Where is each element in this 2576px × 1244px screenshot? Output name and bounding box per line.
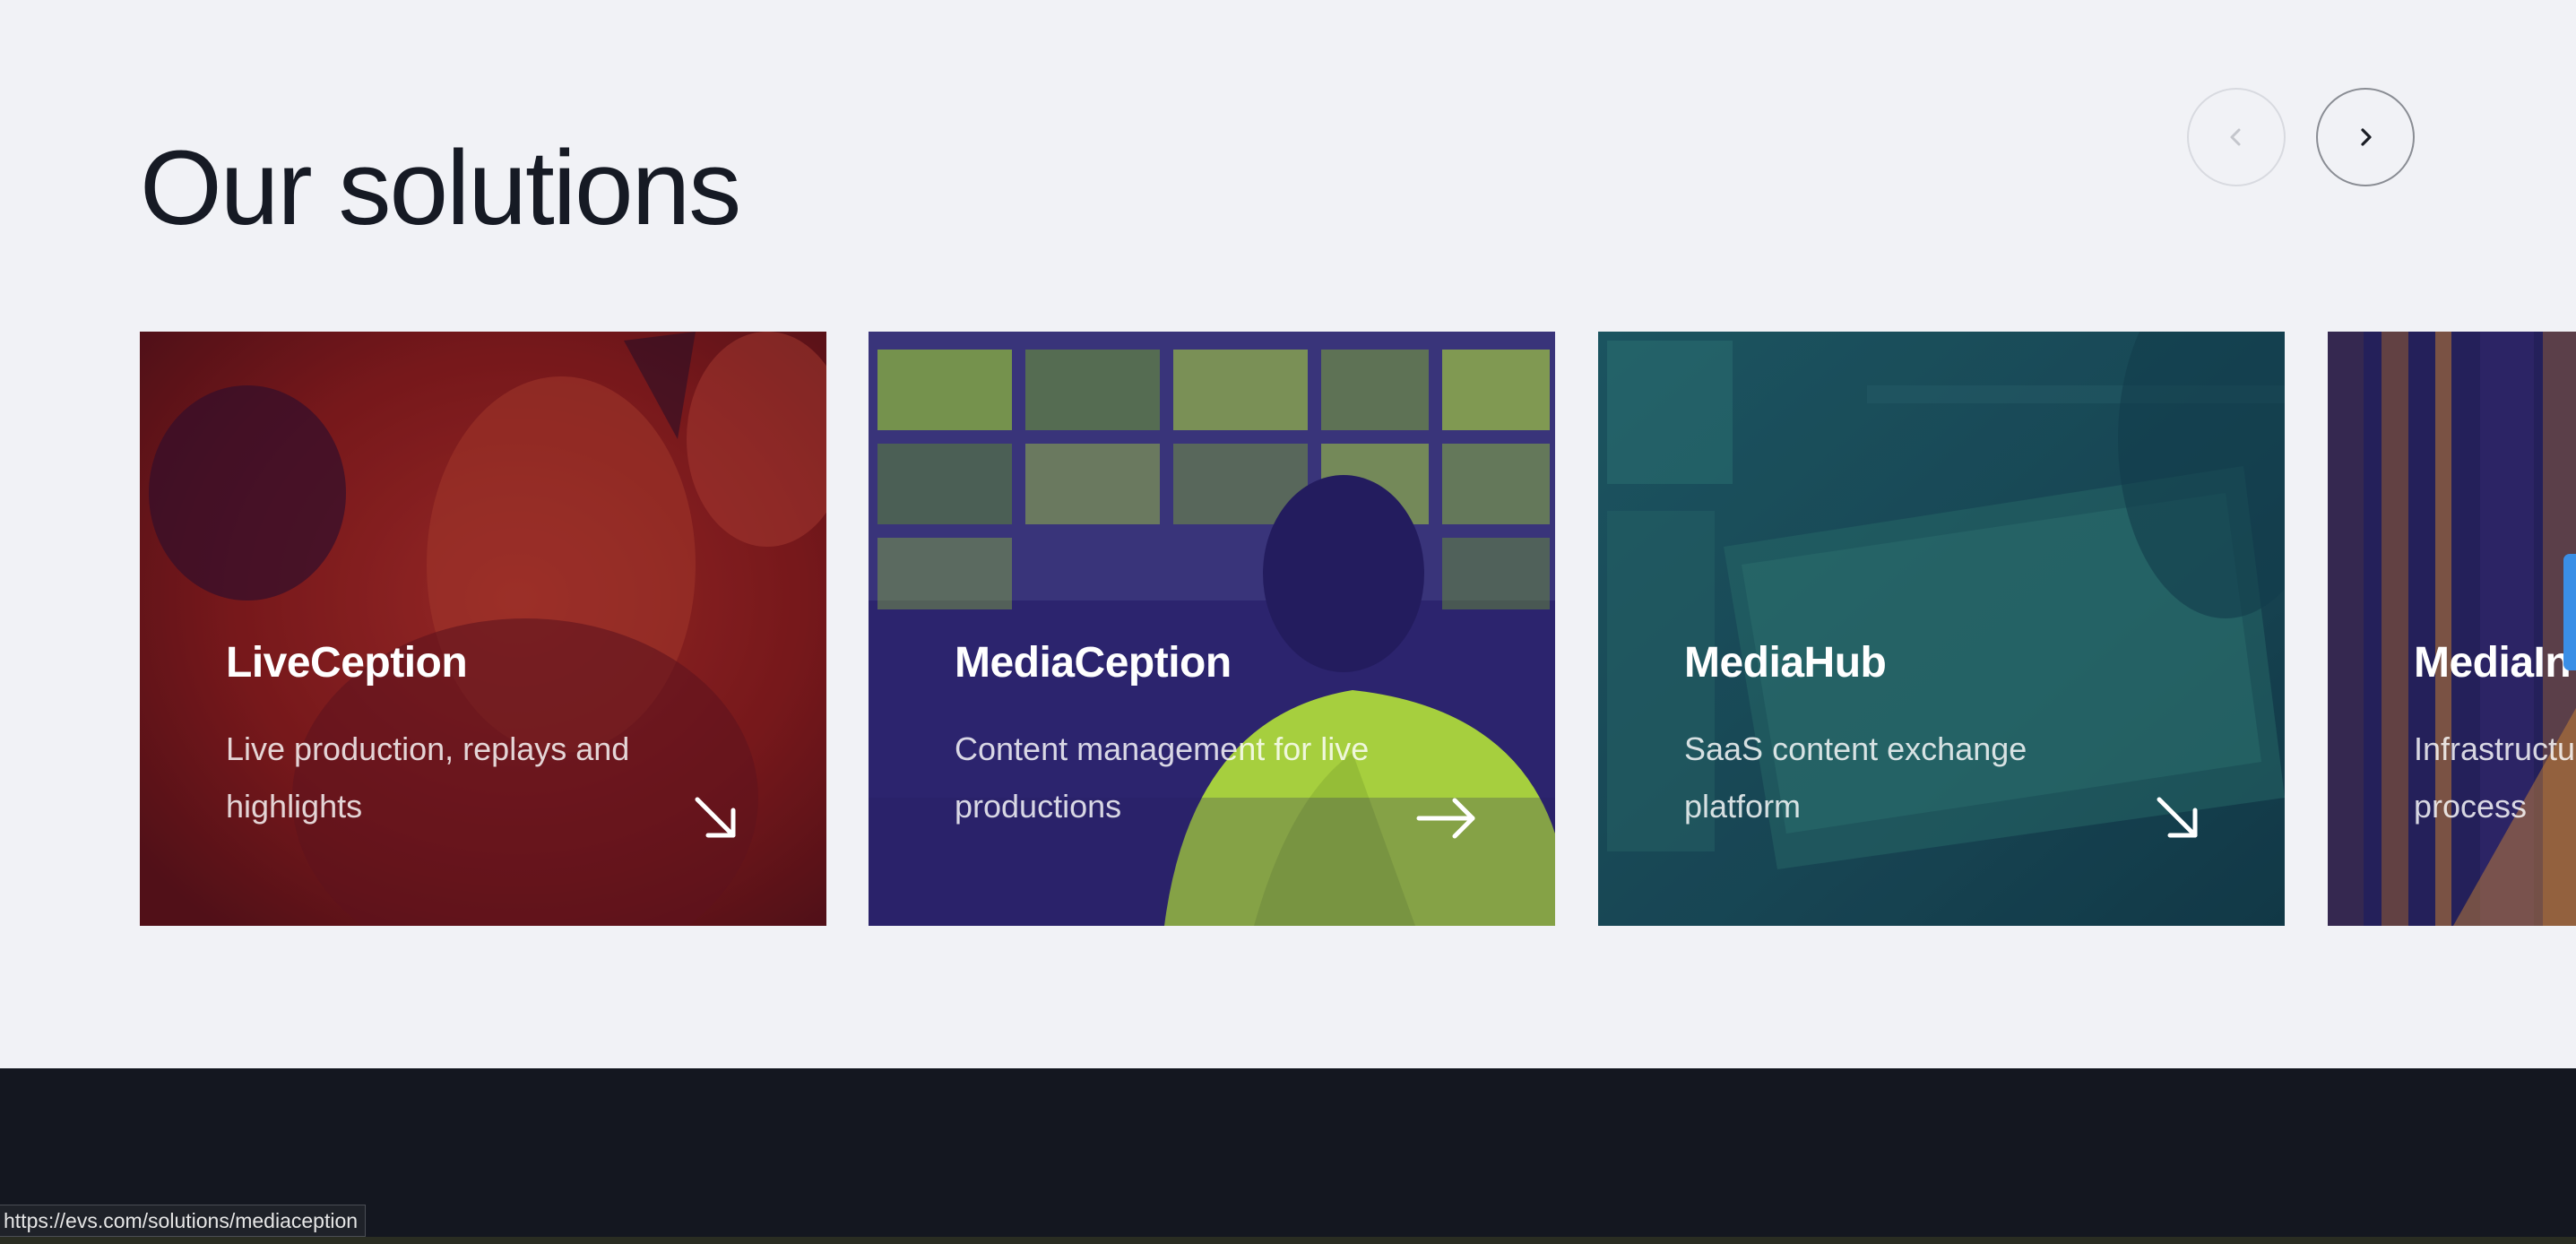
bottom-edge xyxy=(0,1237,2576,1244)
arrow-down-right-icon xyxy=(695,797,736,838)
card-description: Infrastructu and process xyxy=(2414,730,2576,825)
card-description: Live production, replays and highlights xyxy=(226,730,630,825)
card-title: LiveCeption xyxy=(226,639,468,687)
card-title: MediaHub xyxy=(1684,639,1887,687)
status-bar-url: https://evs.com/solutions/mediaception xyxy=(0,1205,367,1237)
card-title: MediaIn xyxy=(2414,639,2572,687)
arrow-right-icon xyxy=(1416,798,1475,839)
card-background-image xyxy=(2328,332,2576,926)
footer xyxy=(0,1068,2576,1244)
solution-card-mediahub[interactable]: MediaHub SaaS content exchange platform xyxy=(1598,332,2285,926)
chevron-left-icon xyxy=(2230,128,2241,146)
solution-card-mediaception[interactable]: MediaCeption Content management for live… xyxy=(869,332,1555,926)
solution-card-mediainfra[interactable]: MediaIn Infrastructu and process xyxy=(2328,332,2576,926)
chevron-right-icon xyxy=(2361,128,2372,146)
arrow-down-right-icon xyxy=(2157,797,2198,838)
card-description: SaaS content exchange platform xyxy=(1684,730,2027,825)
carousel-next-button[interactable] xyxy=(2316,88,2415,186)
carousel-prev-button[interactable] xyxy=(2187,88,2286,186)
scrollbar-thumb[interactable] xyxy=(2563,554,2576,670)
solutions-section: Our solutions LiveCeption Live productio… xyxy=(0,0,2576,1068)
section-title: Our solutions xyxy=(140,129,741,247)
card-title: MediaCeption xyxy=(955,639,1232,687)
card-description: Content management for live productions xyxy=(955,730,1370,825)
solution-card-liveception[interactable]: LiveCeption Live production, replays and… xyxy=(140,332,826,926)
